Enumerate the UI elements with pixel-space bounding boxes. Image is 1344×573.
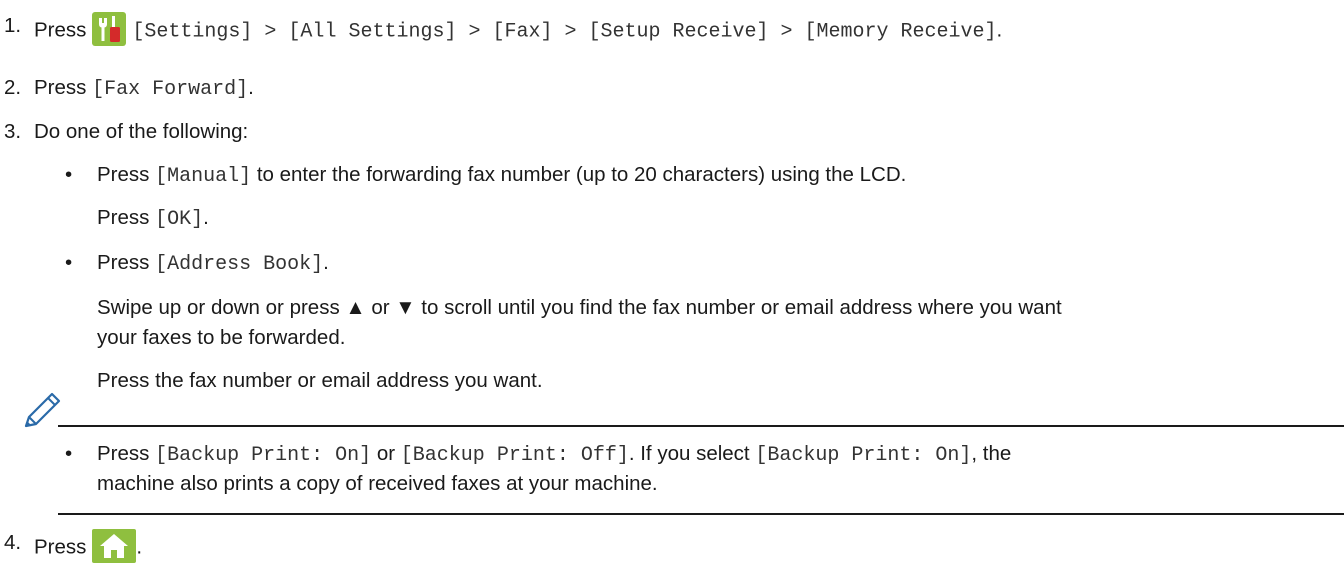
bullet: • bbox=[65, 442, 73, 465]
step-period: . bbox=[248, 76, 254, 99]
step-number: 2. bbox=[4, 76, 22, 99]
step-period: . bbox=[203, 206, 209, 229]
fax-forward-option: [Fax Forward] bbox=[92, 78, 249, 101]
address-book-instructions-line2: your faxes to be forwarded. bbox=[97, 326, 345, 350]
note-continued-text: machine also prints a copy of received f… bbox=[97, 472, 658, 495]
step-period: . bbox=[136, 535, 143, 559]
settings-tools-icon bbox=[92, 12, 127, 46]
note-comma-text: , the bbox=[971, 442, 1012, 465]
step-3-text: Do one of the following: bbox=[34, 120, 249, 143]
note-or-text: or bbox=[376, 442, 396, 465]
note-press-label: Press bbox=[97, 442, 150, 465]
pencil-note-icon bbox=[20, 390, 64, 430]
scroll-instructions-continued: your faxes to be forwarded. bbox=[97, 326, 346, 349]
backup-print-on-option-2: [Backup Print: On] bbox=[755, 444, 972, 467]
step-number: 4. bbox=[4, 531, 22, 554]
bullet: • bbox=[65, 251, 73, 274]
backup-print-on-option: [Backup Print: On] bbox=[155, 444, 372, 467]
address-book-instructions-line1: Swipe up or down or press ▲ or ▼ to scro… bbox=[97, 296, 1062, 320]
scroll-instructions: Swipe up or down or press ▲ or ▼ to scro… bbox=[97, 296, 1062, 319]
note-line-2: machine also prints a copy of received f… bbox=[97, 472, 658, 496]
step-press-label: Press bbox=[34, 76, 87, 99]
option-press-label: Press bbox=[97, 163, 150, 186]
option-press-label: Press bbox=[97, 251, 150, 274]
note-mid-text: . If you select bbox=[628, 442, 750, 465]
select-address-text: Press the fax number or email address yo… bbox=[97, 369, 543, 392]
confirm-press-label: Press bbox=[97, 206, 150, 229]
option-manual-confirm: Press [OK]. bbox=[97, 206, 209, 231]
step-period: . bbox=[323, 251, 329, 274]
step-number: 1. bbox=[4, 14, 22, 37]
backup-print-off-option: [Backup Print: Off] bbox=[400, 444, 629, 467]
manual-option: [Manual] bbox=[155, 165, 252, 188]
step-number: 3. bbox=[4, 120, 22, 143]
address-book-option: [Address Book] bbox=[155, 253, 324, 276]
step-period: . bbox=[996, 18, 1003, 42]
address-book-select-text: Press the fax number or email address yo… bbox=[97, 369, 543, 393]
note-top-rule bbox=[58, 425, 1344, 427]
home-icon bbox=[92, 529, 137, 563]
step-press-label: Press bbox=[34, 535, 87, 559]
manual-description: to enter the forwarding fax number (up t… bbox=[256, 163, 907, 186]
note-bottom-rule bbox=[58, 513, 1344, 515]
bullet: • bbox=[65, 163, 73, 186]
settings-menu-path: [Settings] > [All Settings] > [Fax] > [S… bbox=[132, 20, 997, 44]
step-press-label: Press bbox=[34, 18, 87, 42]
ok-option: [OK] bbox=[155, 208, 204, 231]
